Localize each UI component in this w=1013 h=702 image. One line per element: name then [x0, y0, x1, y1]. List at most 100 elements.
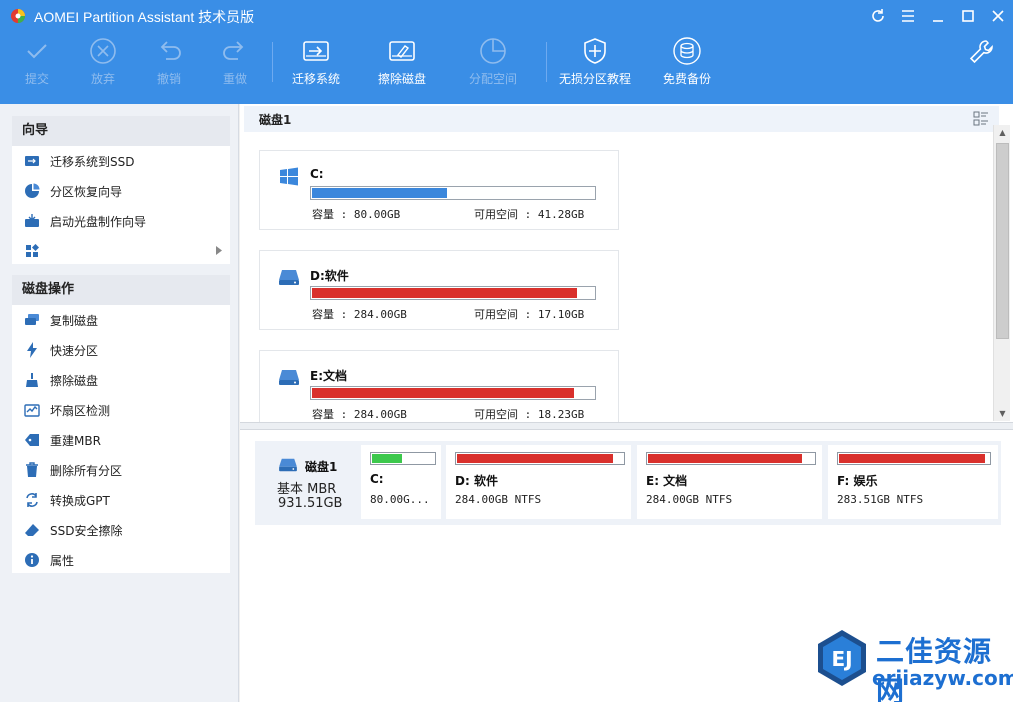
convert-icon	[24, 492, 40, 508]
check-icon	[27, 44, 47, 59]
sidebar: 向导 迁移系统到SSD 分区恢复向导 启动光盘制作向导 磁盘操作 复制磁盘 快速…	[0, 104, 239, 702]
drive-icon	[279, 270, 299, 285]
sidebar-item-migrate-ssd[interactable]: 迁移系统到SSD	[12, 146, 230, 176]
disk-operations-panel: 磁盘操作 复制磁盘 快速分区 擦除磁盘 坏扇区检测 重建MBR 删除所有分区 转…	[12, 275, 230, 573]
lightning-icon	[24, 342, 40, 358]
disk-info[interactable]: 磁盘1 基本 MBR 931.51GB	[255, 441, 357, 525]
watermark-en: erjiazyw.com	[872, 666, 1013, 690]
scrollbar-thumb[interactable]	[996, 143, 1009, 339]
undo-icon	[160, 41, 181, 60]
capacity-text: 容量 : 284.00GB	[312, 308, 407, 321]
sidebar-item-quick-partition[interactable]: 快速分区	[12, 335, 230, 365]
disk-header-bar: 磁盘1	[244, 106, 999, 132]
disk-title: 磁盘1	[259, 113, 292, 127]
sidebar-item-copy-disk[interactable]: 复制磁盘	[12, 305, 230, 335]
toolbar-divider	[272, 42, 273, 82]
wizard-panel: 向导 迁移系统到SSD 分区恢复向导 启动光盘制作向导	[12, 116, 230, 264]
close-icon	[992, 10, 1004, 22]
refresh-button[interactable]	[867, 6, 889, 26]
partition-card-d[interactable]: D:软件 容量 : 284.00GB 可用空间 : 17.10GB	[259, 250, 619, 330]
sidebar-item-convert-gpt[interactable]: 转换成GPT	[12, 485, 230, 515]
boot-disc-icon	[24, 213, 40, 229]
sidebar-item-label: 启动光盘制作向导	[50, 214, 147, 229]
tag-icon	[24, 432, 40, 448]
usage-bar	[310, 186, 596, 200]
grid-apps-icon	[24, 243, 40, 259]
apply-button[interactable]: 提交	[22, 36, 52, 92]
sidebar-item-delete-all-partitions[interactable]: 删除所有分区	[12, 455, 230, 485]
info-icon	[24, 552, 40, 568]
tools-button[interactable]	[968, 38, 998, 68]
view-mode-button[interactable]	[973, 111, 993, 129]
sidebar-item-more-tools[interactable]	[12, 236, 230, 266]
sidebar-item-label: 快速分区	[50, 343, 99, 358]
sidebar-item-properties[interactable]: 属性	[12, 545, 230, 575]
wizard-panel-title: 向导	[12, 116, 230, 146]
sidebar-item-rebuild-mbr[interactable]: 重建MBR	[12, 425, 230, 455]
disk-map-partition-c[interactable]: C: 80.00G...	[361, 445, 441, 519]
wipe-disk-button[interactable]: 擦除磁盘	[378, 36, 426, 92]
discard-label: 放弃	[90, 72, 115, 86]
window-title: AOMEI Partition Assistant 技术员版	[34, 9, 255, 25]
usage-bar	[455, 452, 625, 465]
chevron-right-icon	[216, 246, 222, 255]
svg-text:EJ: EJ	[831, 647, 852, 671]
sector-check-icon	[24, 402, 40, 418]
free-space-text: 可用空间 : 17.10GB	[474, 308, 585, 321]
redo-icon	[223, 41, 244, 60]
toolbar-divider	[546, 42, 547, 82]
sidebar-item-boot-disc[interactable]: 启动光盘制作向导	[12, 206, 230, 236]
sidebar-item-bad-sector-check[interactable]: 坏扇区检测	[12, 395, 230, 425]
minimize-button[interactable]	[927, 6, 949, 26]
free-space-text: 可用空间 : 41.28GB	[474, 208, 585, 221]
sidebar-item-label: 属性	[50, 553, 75, 568]
lossless-tutorial-button[interactable]: 无损分区教程	[559, 36, 631, 92]
usage-bar	[310, 386, 596, 400]
redo-button[interactable]: 重做	[220, 36, 250, 92]
partition-detail: 284.00GB NTFS	[455, 493, 542, 506]
discard-button[interactable]: 放弃	[88, 36, 118, 92]
partition-card-c[interactable]: C: 容量 : 80.00GB 可用空间 : 41.28GB	[259, 150, 619, 230]
sidebar-item-label: 重建MBR	[50, 433, 101, 448]
undo-button[interactable]: 撤销	[154, 36, 184, 92]
sidebar-item-label: SSD安全擦除	[50, 523, 123, 538]
wipe-disk-label: 擦除磁盘	[378, 72, 427, 86]
scroll-down-icon[interactable]: ▼	[998, 409, 1007, 418]
broom-icon	[24, 372, 40, 388]
sidebar-item-partition-recovery[interactable]: 分区恢复向导	[12, 176, 230, 206]
disk-map-partition-e[interactable]: E: 文档 284.00GB NTFS	[637, 445, 822, 519]
allocate-space-button[interactable]: 分配空间	[469, 36, 517, 92]
minimize-icon	[933, 20, 943, 22]
disk-name: 磁盘1	[305, 460, 338, 474]
pie-recovery-icon	[24, 183, 40, 199]
allocate-space-label: 分配空间	[469, 72, 518, 86]
usage-bar	[837, 452, 991, 465]
shield-plus-icon	[584, 38, 606, 64]
migrate-os-button[interactable]: 迁移系统	[292, 36, 340, 92]
scroll-up-icon[interactable]: ▲	[998, 128, 1007, 137]
close-button[interactable]	[987, 6, 1009, 26]
undo-label: 撤销	[156, 72, 181, 86]
sidebar-item-wipe-disk[interactable]: 擦除磁盘	[12, 365, 230, 395]
disk-size: 931.51GB	[278, 496, 343, 511]
wrench-icon	[969, 40, 993, 64]
usage-bar-fill	[312, 188, 447, 198]
cancel-circle-icon	[90, 38, 116, 64]
free-backup-button[interactable]: 免费备份	[663, 36, 711, 92]
menu-button[interactable]	[897, 6, 919, 26]
disk-map-partition-f[interactable]: F: 娱乐 283.51GB NTFS	[828, 445, 998, 519]
redo-label: 重做	[222, 72, 247, 86]
sidebar-item-ssd-secure-erase[interactable]: SSD安全擦除	[12, 515, 230, 545]
usage-bar-fill	[648, 454, 802, 463]
maximize-button[interactable]	[957, 6, 979, 26]
eraser-icon	[24, 522, 40, 538]
pane-splitter[interactable]	[240, 422, 1013, 430]
vertical-scrollbar[interactable]: ▲ ▼	[993, 125, 1010, 421]
partition-card-e[interactable]: E:文档 容量 : 284.00GB 可用空间 : 18.23GB	[259, 350, 619, 424]
disk-map-partition-d[interactable]: D: 软件 284.00GB NTFS	[446, 445, 631, 519]
sidebar-item-label: 坏扇区检测	[50, 403, 111, 418]
wipe-disk-icon	[389, 41, 415, 61]
sidebar-item-label: 复制磁盘	[50, 313, 99, 328]
lossless-tutorial-label: 无损分区教程	[559, 72, 632, 86]
partition-label: C:	[370, 472, 384, 486]
